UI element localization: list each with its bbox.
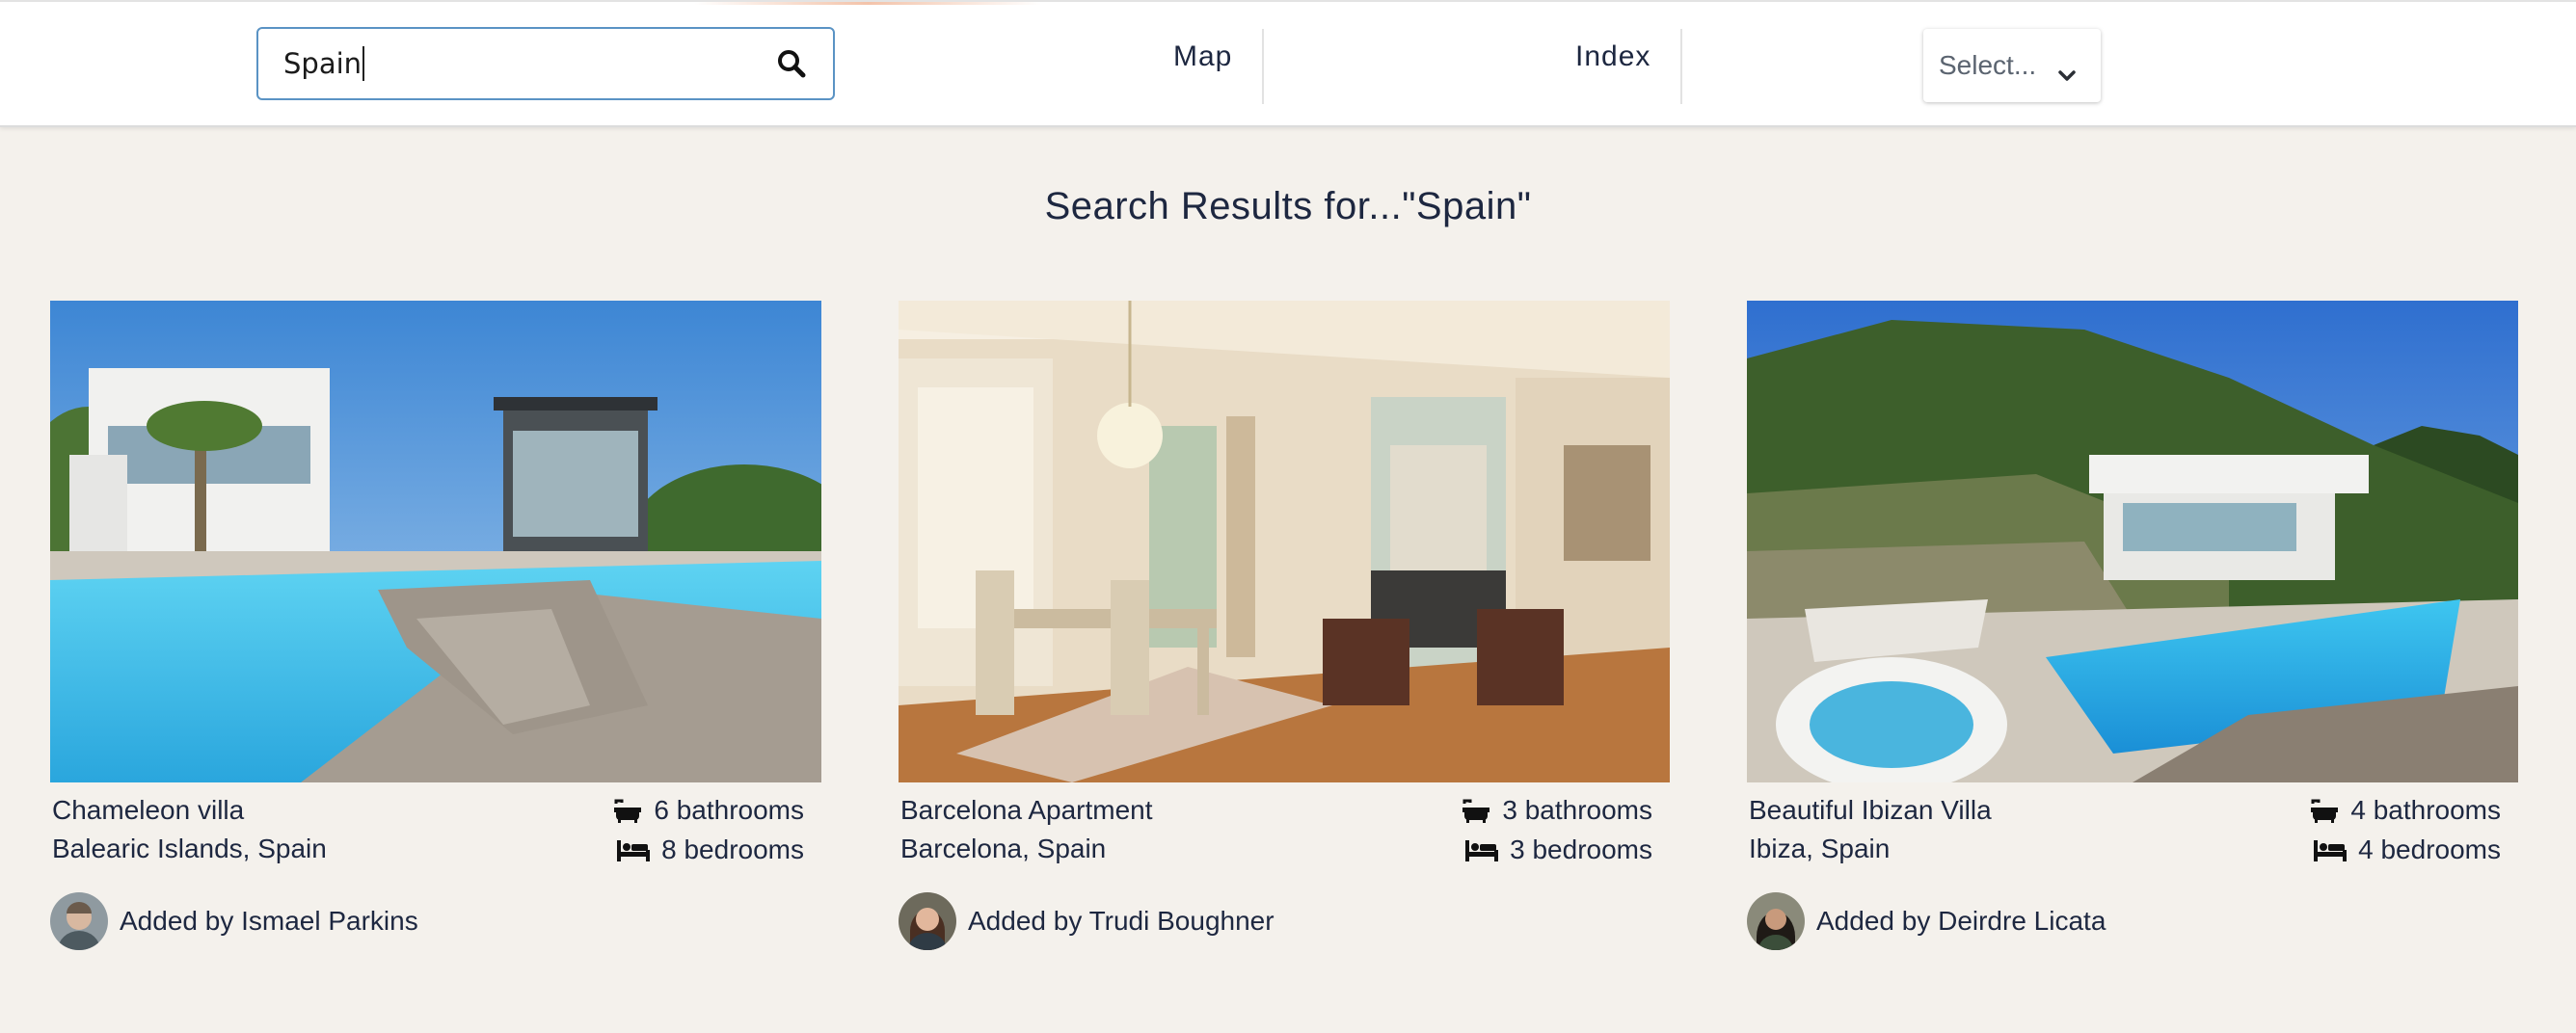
- search-icon[interactable]: [775, 47, 808, 80]
- nav-link-index[interactable]: Index: [1575, 40, 1650, 73]
- top-nav-bar: Spain Map Index Select...: [0, 0, 2576, 127]
- chevron-down-icon: [2058, 58, 2076, 89]
- listing-card[interactable]: Chameleon villa Balearic Islands, Spain …: [50, 301, 821, 966]
- text-caret: [362, 46, 365, 81]
- listing-photo[interactable]: [50, 301, 821, 782]
- bedroom-count-text: 4 bedrooms: [2358, 834, 2501, 864]
- bathroom-count-text: 3 bathrooms: [1502, 795, 1652, 825]
- nav-divider: [1262, 29, 1264, 104]
- added-by-text: Added by Ismael Parkins: [120, 906, 418, 936]
- bathroom-count-text: 4 bathrooms: [2350, 795, 2501, 825]
- bedroom-count: 3 bedrooms: [1465, 834, 1652, 865]
- search-results-title: Search Results for..."Spain": [1044, 185, 1532, 227]
- bed-icon: [2314, 838, 2348, 861]
- listing-owner[interactable]: Added by Deirdre Licata: [1747, 892, 2106, 950]
- listing-card[interactable]: Barcelona Apartment Barcelona, Spain 3 b…: [899, 301, 1670, 966]
- bathtub-icon: [2310, 798, 2339, 823]
- bathroom-count-text: 6 bathrooms: [654, 795, 804, 825]
- bathroom-count: 6 bathrooms: [613, 795, 804, 826]
- bedroom-count: 4 bedrooms: [2314, 834, 2501, 865]
- search-box[interactable]: Spain: [256, 27, 835, 100]
- avatar[interactable]: [1747, 892, 1805, 950]
- bedroom-count-text: 3 bedrooms: [1510, 834, 1652, 864]
- search-input-value[interactable]: Spain: [283, 47, 362, 80]
- listing-card[interactable]: Beautiful Ibizan Villa Ibiza, Spain 4 ba…: [1747, 301, 2518, 966]
- listing-location: Balearic Islands, Spain: [52, 834, 327, 863]
- top-accent-line: [694, 2, 1041, 5]
- bathtub-icon: [613, 798, 642, 823]
- listing-name[interactable]: Chameleon villa: [52, 795, 244, 826]
- filter-select[interactable]: Select...: [1923, 29, 2101, 102]
- added-by-text: Added by Trudi Boughner: [968, 906, 1275, 936]
- listing-name[interactable]: Barcelona Apartment: [900, 795, 1153, 826]
- avatar[interactable]: [899, 892, 956, 950]
- bathroom-count: 3 bathrooms: [1462, 795, 1652, 826]
- listing-photo[interactable]: [1747, 301, 2518, 782]
- bedroom-count: 8 bedrooms: [617, 834, 804, 865]
- listing-location: Barcelona, Spain: [900, 834, 1107, 863]
- listing-location: Ibiza, Spain: [1749, 834, 1891, 863]
- bed-icon: [1465, 838, 1499, 861]
- nav-link-map[interactable]: Map: [1173, 40, 1232, 73]
- search-input[interactable]: Spain: [283, 46, 365, 81]
- bed-icon: [617, 838, 651, 861]
- added-by-text: Added by Deirdre Licata: [1816, 906, 2106, 936]
- listing-owner[interactable]: Added by Ismael Parkins: [50, 892, 418, 950]
- listing-name[interactable]: Beautiful Ibizan Villa: [1749, 795, 1992, 826]
- listing-owner[interactable]: Added by Trudi Boughner: [899, 892, 1275, 950]
- avatar[interactable]: [50, 892, 108, 950]
- bathtub-icon: [1462, 798, 1490, 823]
- listing-photo[interactable]: [899, 301, 1670, 782]
- filter-select-value: Select...: [1939, 50, 2037, 80]
- bathroom-count: 4 bathrooms: [2310, 795, 2501, 826]
- nav-divider: [1680, 29, 1682, 104]
- bedroom-count-text: 8 bedrooms: [661, 834, 804, 864]
